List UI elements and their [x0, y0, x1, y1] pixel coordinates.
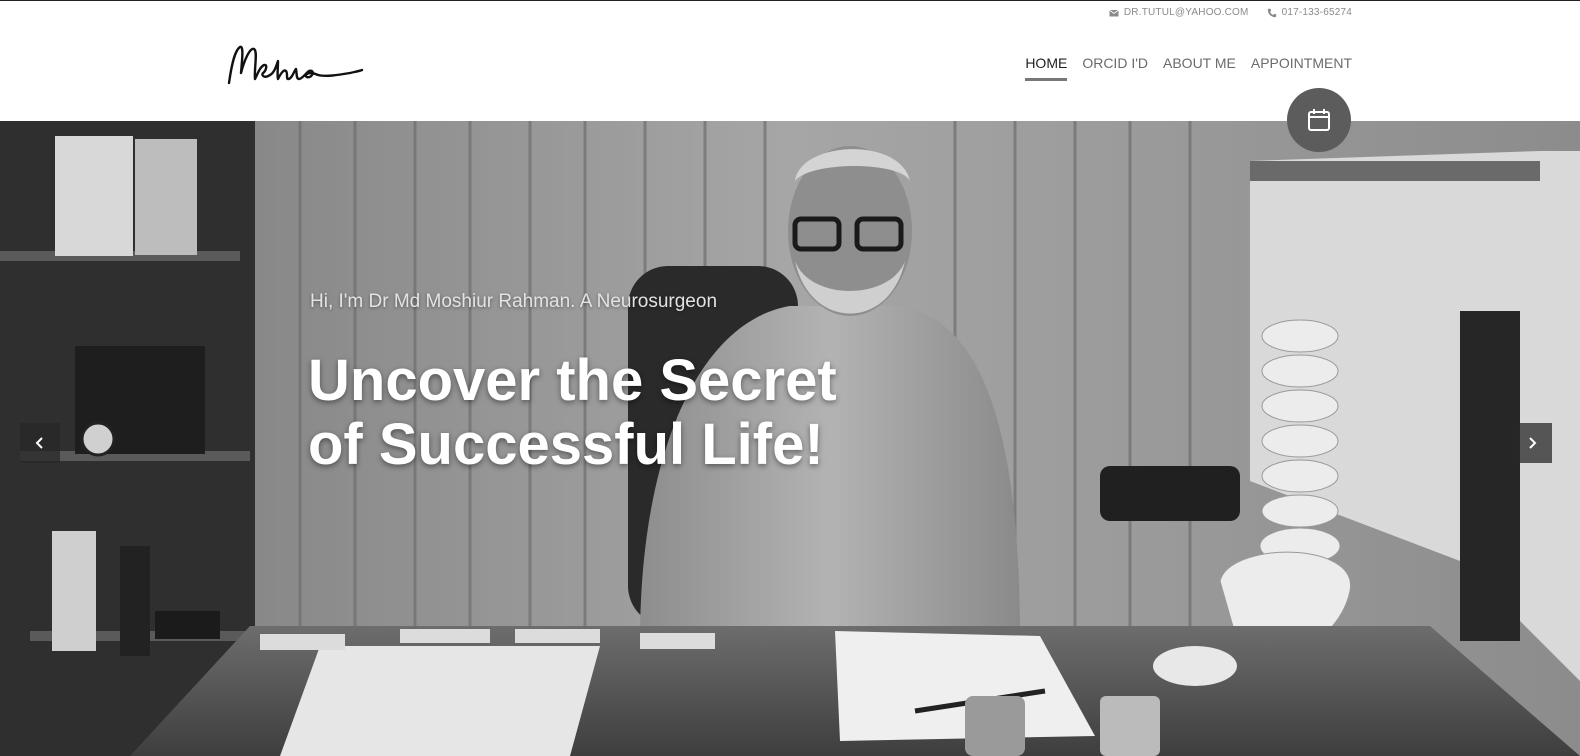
chevron-right-icon: [1529, 437, 1537, 449]
calendar-icon: [1308, 109, 1330, 131]
hero-title-line-1: Uncover the Secret: [308, 348, 837, 413]
nav-appointment[interactable]: APPOINTMENT: [1251, 55, 1352, 79]
hero-title-line-2: of Successful Life!: [308, 412, 824, 477]
nav-orcid[interactable]: ORCID I'D: [1082, 55, 1148, 79]
hero-title: Uncover the Secret of Successful Life!: [308, 349, 1008, 477]
phone-icon: [1267, 8, 1276, 17]
envelope-icon: [1109, 9, 1119, 16]
email-text: DR.TUTUL@YAHOO.COM: [1123, 7, 1249, 18]
signature-logo[interactable]: [226, 39, 366, 97]
hero-subtitle: Hi, I'm Dr Md Moshiur Rahman. A Neurosur…: [310, 291, 718, 312]
nav-home[interactable]: HOME: [1025, 55, 1068, 81]
main-nav: HOME ORCID I'D ABOUT ME APPOINTMENT: [1025, 55, 1352, 81]
contact-phone[interactable]: 017-133-65274: [1267, 7, 1352, 18]
appointment-calendar-button[interactable]: [1287, 88, 1351, 152]
contact-email[interactable]: DR.TUTUL@YAHOO.COM: [1109, 7, 1249, 18]
chevron-left-icon: [35, 437, 43, 449]
slider-next-button[interactable]: [1512, 423, 1552, 463]
phone-text: 017-133-65274: [1281, 7, 1352, 18]
hero-slider: Hi, I'm Dr Md Moshiur Rahman. A Neurosur…: [0, 121, 1580, 756]
nav-about-me[interactable]: ABOUT ME: [1163, 55, 1236, 79]
slider-prev-button[interactable]: [20, 423, 60, 463]
contact-bar: DR.TUTUL@YAHOO.COM 017-133-65274: [1109, 7, 1352, 18]
